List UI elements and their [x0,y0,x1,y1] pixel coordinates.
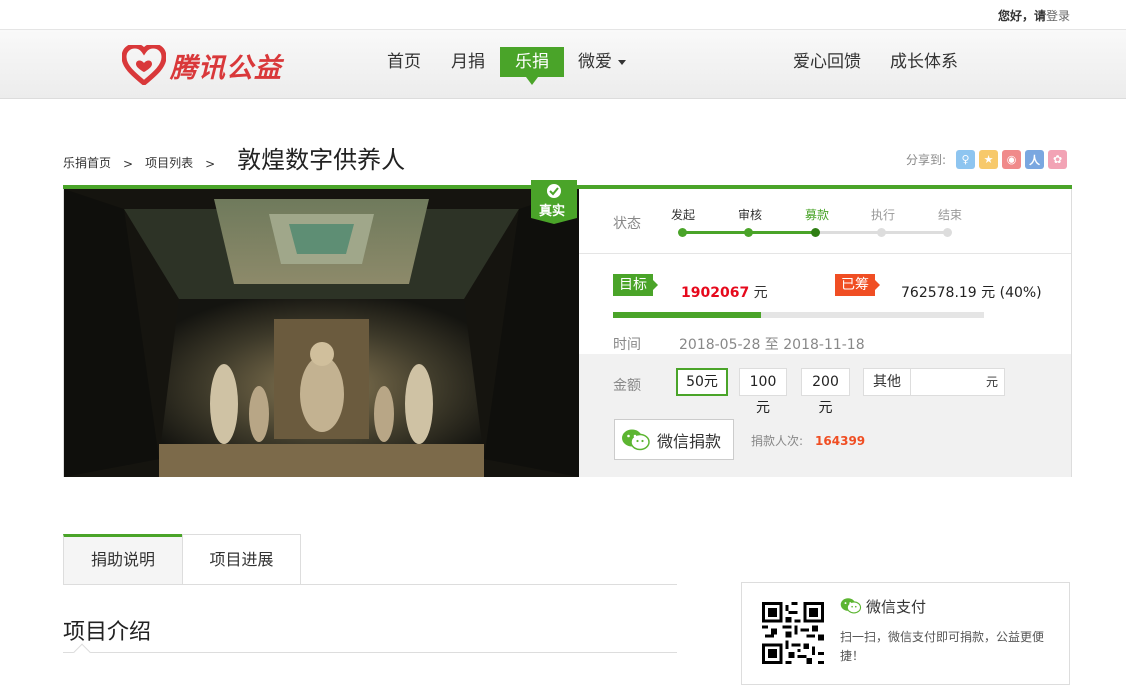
breadcrumb-home[interactable]: 乐捐首页 [63,154,111,171]
heart-logo-icon [122,45,166,85]
top-bar: 您好，请登录 [0,0,1126,30]
share-bar: 分享到: ♀ ★ ◉ 人 ✿ [906,150,1071,169]
amount-option-100[interactable]: 100元 [739,368,787,416]
wechat-donate-label: 微信捐款 [657,431,722,451]
greeting: 您好，请登录 [998,7,1070,24]
funding-progress-bar [613,312,984,318]
breadcrumb: 乐捐首页 > 项目列表 > 敦煌数字供养人 [63,145,405,175]
status-step: 结束 [937,208,962,222]
login-link[interactable]: 登录 [1046,9,1070,23]
qzone-icon[interactable]: ♀ [956,150,976,169]
funding-progress-fill [613,312,762,318]
renren-icon[interactable]: 人 [1025,150,1045,169]
donor-count-value: 164399 [815,434,866,448]
status-dot [678,228,687,237]
breadcrumb-separator: > [123,157,134,171]
status-label: 状态 [613,216,641,232]
amount-option-50[interactable]: 50元 [676,368,728,396]
raised-value: 762578.19 元 (40%) [901,285,1042,301]
tab-donation-info[interactable]: 捐助说明 [63,534,182,585]
verified-badge-label: 真实 [539,204,566,219]
donor-count: 捐款人次: 164399 [751,432,865,449]
section-divider [63,652,677,653]
logo[interactable]: 腾讯公益 [122,44,282,86]
wechat-pay-description: 扫一扫，微信支付即可捐款，公益更便捷！ [840,630,1045,663]
chevron-down-icon [618,59,626,65]
project-info-panel: 状态 发起 审核 募款 执行 结束 目标 1902067 元 已筹 762578… [579,189,1071,477]
greeting-text: 您好，请 [997,9,1046,23]
status-dot-current [811,228,820,237]
wechat-icon [622,429,650,450]
share-label: 分享到: [906,153,947,167]
time-label: 时间 [613,337,641,353]
breadcrumb-separator: > [205,157,216,171]
nav-item-weiai[interactable]: 微爱 [563,47,641,77]
brand-name: 腾讯公益 [170,52,282,84]
amount-other-input[interactable]: 其他 元 [863,368,1005,396]
time-range: 2018-05-28 至 2018-11-18 [679,337,865,353]
status-dot [943,228,952,237]
tab-progress[interactable]: 项目进展 [182,534,301,585]
content-tabs: 捐助说明 项目进展 [63,534,301,585]
wechat-donate-button[interactable]: 微信捐款 [614,419,734,460]
page-title: 敦煌数字供养人 [237,146,406,174]
goal-amount: 1902067 [681,285,750,301]
kaixin-icon[interactable]: ✿ [1048,150,1068,169]
wechat-icon [840,598,862,614]
goal-unit: 元 [753,285,768,301]
status-step: 执行 [870,208,895,222]
verified-badge: 真实 [531,180,577,224]
wechat-pay-title: 微信支付 [866,598,927,616]
amount-label: 金额 [613,378,641,394]
nav-item-weiai-label: 微爱 [578,52,612,72]
breadcrumb-list[interactable]: 项目列表 [145,154,193,171]
nav-item-ledonate[interactable]: 乐捐 [500,47,564,85]
divider [579,253,1071,254]
amount-option-200[interactable]: 200元 [801,368,850,416]
nav-item-growth[interactable]: 成长体系 [875,47,973,77]
weibo-icon[interactable]: ◉ [1002,150,1022,169]
status-step: 发起 [670,208,695,222]
amount-other-unit: 元 [985,375,998,389]
raised-tag: 已筹 [835,274,880,296]
status-step-current: 募款 [804,208,829,222]
donate-panel: 金额 50元 100元 200元 其他 元 微信捐款 捐款人次: 164399 [579,354,1071,477]
status-step: 审核 [737,208,762,222]
section-divider-notch [73,643,91,661]
section-title: 项目介绍 [63,620,152,645]
nav-item-rewards[interactable]: 爱心回馈 [778,47,876,77]
goal-value: 1902067 元 [681,282,768,302]
wechat-pay-box: 微信支付 扫一扫，微信支付即可捐款，公益更便捷！ [741,582,1070,685]
nav-item-home[interactable]: 首页 [372,47,436,77]
amount-other-label: 其他 [864,369,911,395]
main-nav: 腾讯公益 首页 月捐 乐捐 微爱 爱心回馈 成长体系 [0,30,1126,99]
qr-code-icon [762,602,824,664]
tab-divider [63,584,677,585]
goal-tag: 目标 [613,274,658,296]
status-dot [877,228,886,237]
donor-count-label: 捐款人次: [751,434,804,448]
status-dot [744,228,753,237]
favorite-icon[interactable]: ★ [979,150,999,169]
cave-mural-icon [64,189,579,477]
nav-item-monthly[interactable]: 月捐 [436,47,500,77]
